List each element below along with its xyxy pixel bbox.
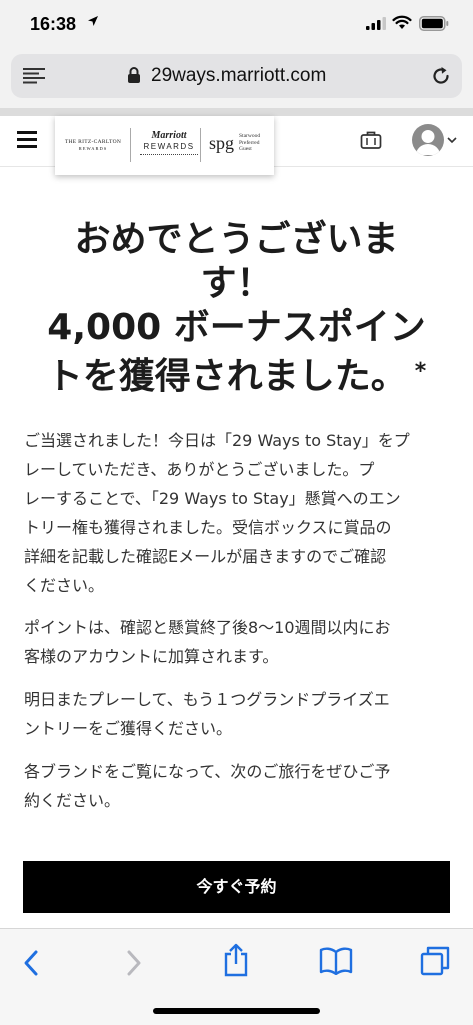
wifi-icon [392, 15, 412, 29]
user-icon [416, 130, 440, 155]
spg-logo: spg [209, 133, 235, 153]
account-avatar[interactable] [412, 124, 444, 156]
status-time: 16:38 [30, 14, 77, 34]
forward-icon[interactable] [125, 949, 143, 977]
congratulations-headline: おめでとうございま す！ 4,000 ボーナスポイン トを獲得されました。 * [46, 219, 427, 397]
marriott-rewards-logo: Marriott REWARDS [136, 130, 202, 155]
winner-paragraph: ご当選されました！今日は「29 Ways to Stay」をプ レーしていただき… [24, 431, 410, 595]
page-top-divider [0, 108, 473, 116]
brands-paragraph: 各ブランドをご覧になって、次のご旅行をぜひご予 約ください。 [24, 762, 391, 810]
location-arrow-icon [88, 16, 98, 26]
url-text[interactable]: 29ways.marriott.com [151, 65, 326, 87]
suitcase-icon[interactable] [360, 130, 382, 150]
reload-icon[interactable] [431, 66, 451, 86]
points-paragraph: ポイントは、確認と懸賞終了後8〜10週間以内にお 客様のアカウントに加算されます… [24, 618, 391, 666]
lock-icon [128, 67, 140, 83]
cellular-signal-icon [366, 17, 386, 30]
book-now-button[interactable]: 今すぐ予約 [23, 861, 450, 913]
battery-icon [419, 16, 449, 31]
bookmarks-icon[interactable] [319, 947, 353, 975]
reader-view-icon[interactable] [23, 68, 45, 84]
menu-icon[interactable] [17, 131, 37, 148]
share-icon[interactable] [222, 943, 250, 977]
home-indicator [153, 1008, 320, 1014]
address-bar[interactable]: 29ways.marriott.com [11, 54, 462, 98]
tabs-icon[interactable] [420, 946, 450, 976]
logo-divider [130, 128, 131, 162]
spg-logo-subtitle: Starwood Preferred Guest [239, 133, 261, 152]
back-icon[interactable] [22, 949, 40, 977]
footnote-asterisk: * [414, 359, 427, 384]
brand-logos[interactable]: THE RITZ-CARLTON REWARDS Marriott REWARD… [55, 116, 274, 175]
ritz-carlton-rewards-logo: THE RITZ-CARLTON REWARDS [64, 139, 122, 151]
chevron-down-icon[interactable] [447, 137, 457, 144]
status-bar: 16:38 [0, 0, 473, 50]
play-again-paragraph: 明日またプレーして、もう１つグランドプライズエ ントリーをご獲得ください。 [24, 690, 390, 738]
browser-address-area: 29ways.marriott.com [0, 50, 473, 108]
logo-divider [200, 128, 201, 162]
